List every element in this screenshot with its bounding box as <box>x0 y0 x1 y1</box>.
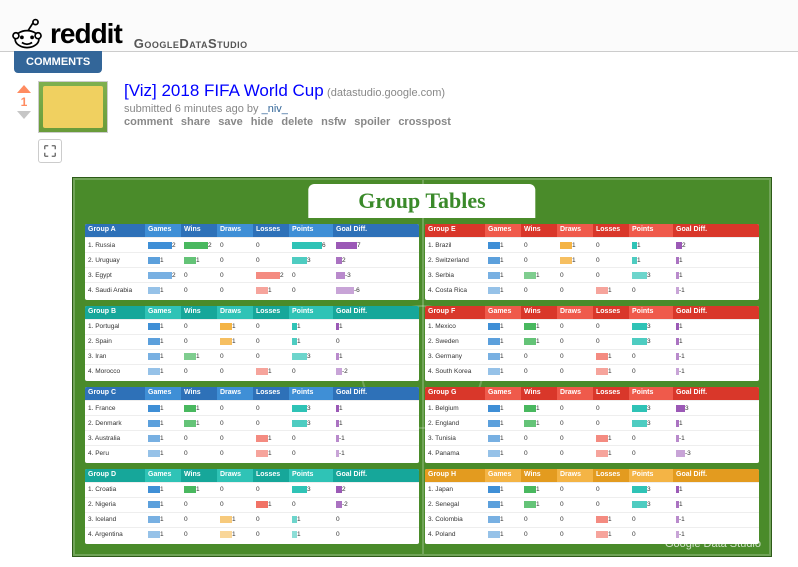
table-row: 3. Serbia 1 100 3 1 <box>425 267 759 282</box>
action-spoiler[interactable]: spoiler <box>354 116 390 128</box>
tab-comments[interactable]: COMMENTS <box>14 51 102 73</box>
post-domain[interactable]: (datastudio.google.com) <box>327 87 445 99</box>
table-row: 2. England 1 100 3 1 <box>425 415 759 430</box>
table-row: 1. Portugal 10 10 1 1 <box>85 319 419 334</box>
table-row: 1. Belgium 1 100 3 3 <box>425 400 759 415</box>
group-card-g: Group GGamesWinsDrawsLossesPointsGoal Di… <box>425 387 759 463</box>
table-row: 4. Morocco 100 10 -2 <box>85 364 419 379</box>
vote-column: 1 <box>10 81 38 163</box>
table-row: 4. Costa Rica 100 10 -1 <box>425 282 759 297</box>
expando-button[interactable] <box>38 139 62 163</box>
table-row: 2. Uruguay 1 100 3 2 <box>85 252 419 267</box>
tab-bar: COMMENTS <box>0 51 798 73</box>
table-row: 1. Russia 2 200 6 7 <box>85 237 419 252</box>
group-card-b: Group BGamesWinsDrawsLossesPointsGoal Di… <box>85 306 419 382</box>
table-row: 2. Switzerland 10 10 1 1 <box>425 252 759 267</box>
table-row: 1. Japan 1 100 3 1 <box>425 482 759 497</box>
site-name: reddit <box>50 18 122 50</box>
post-thumbnail[interactable] <box>38 81 108 133</box>
table-row: 2. Denmark 1 100 3 1 <box>85 415 419 430</box>
subreddit-name[interactable]: GoogleDataStudio <box>134 36 248 51</box>
table-row: 2. Nigeria 100 10 -2 <box>85 497 419 512</box>
post-image[interactable]: Group Tables Group AGamesWinsDrawsLosses… <box>72 177 772 557</box>
table-row: 1. Croatia 1 100 3 2 <box>85 482 419 497</box>
post-title[interactable]: [Viz] 2018 FIFA World Cup <box>124 81 324 100</box>
reddit-alien-icon <box>10 17 44 51</box>
upvote-icon[interactable] <box>17 85 31 93</box>
watermark: Google Data Studio <box>665 538 761 550</box>
table-row: 4. Saudi Arabia 100 10 -6 <box>85 282 419 297</box>
table-row: 4. Panama 100 10 -3 <box>425 445 759 460</box>
post-actions: comment share save hide delete nsfw spoiler cro… <box>124 116 788 128</box>
table-row: 3. Iceland 10 10 10 <box>85 512 419 527</box>
action-nsfw[interactable]: nsfw <box>321 116 346 128</box>
table-row: 3. Egypt 200 20 -3 <box>85 267 419 282</box>
post-body: [Viz] 2018 FIFA World Cup (datastudio.go… <box>124 81 788 163</box>
author-link[interactable]: _niv_ <box>262 103 288 115</box>
group-card-e: Group EGamesWinsDrawsLossesPointsGoal Di… <box>425 224 759 300</box>
expand-icon <box>43 144 57 158</box>
action-hide[interactable]: hide <box>251 116 274 128</box>
action-delete[interactable]: delete <box>281 116 313 128</box>
action-comment[interactable]: comment <box>124 116 173 128</box>
groups-grid: Group AGamesWinsDrawsLossesPointsGoal Di… <box>85 224 759 544</box>
post-tagline: submitted 6 minutes ago by _niv_ <box>124 103 788 115</box>
site-logo[interactable]: reddit <box>10 17 122 51</box>
table-row: 1. France 1 100 3 1 <box>85 400 419 415</box>
action-save[interactable]: save <box>218 116 242 128</box>
table-row: 3. Australia 100 10 -1 <box>85 430 419 445</box>
table-row: 2. Sweden 1 100 3 1 <box>425 334 759 349</box>
group-card-d: Group DGamesWinsDrawsLossesPointsGoal Di… <box>85 469 419 545</box>
action-crosspost[interactable]: crosspost <box>398 116 451 128</box>
table-row: 3. Colombia 100 10 -1 <box>425 512 759 527</box>
table-row: 3. Iran 1 100 3 1 <box>85 349 419 364</box>
table-row: 2. Senegal 1 100 3 1 <box>425 497 759 512</box>
downvote-icon[interactable] <box>17 111 31 119</box>
table-row: 1. Mexico 1 100 3 1 <box>425 319 759 334</box>
table-row: 3. Germany 100 10 -1 <box>425 349 759 364</box>
group-card-f: Group FGamesWinsDrawsLossesPointsGoal Di… <box>425 306 759 382</box>
table-row: 3. Tunisia 100 10 -1 <box>425 430 759 445</box>
post-score: 1 <box>21 95 28 109</box>
table-row: 4. Peru 100 10 -1 <box>85 445 419 460</box>
table-row: 4. Argentina 10 10 10 <box>85 527 419 542</box>
site-header: reddit GoogleDataStudio <box>0 0 798 52</box>
table-row: 4. South Korea 100 10 -1 <box>425 364 759 379</box>
action-share[interactable]: share <box>181 116 210 128</box>
group-card-h: Group HGamesWinsDrawsLossesPointsGoal Di… <box>425 469 759 545</box>
table-row: 2. Spain 10 10 10 <box>85 334 419 349</box>
post: 1 [Viz] 2018 FIFA World Cup (datastudio.… <box>0 73 798 171</box>
table-row: 1. Brazil 10 10 1 2 <box>425 237 759 252</box>
image-title: Group Tables <box>308 184 535 218</box>
group-card-a: Group AGamesWinsDrawsLossesPointsGoal Di… <box>85 224 419 300</box>
group-card-c: Group CGamesWinsDrawsLossesPointsGoal Di… <box>85 387 419 463</box>
